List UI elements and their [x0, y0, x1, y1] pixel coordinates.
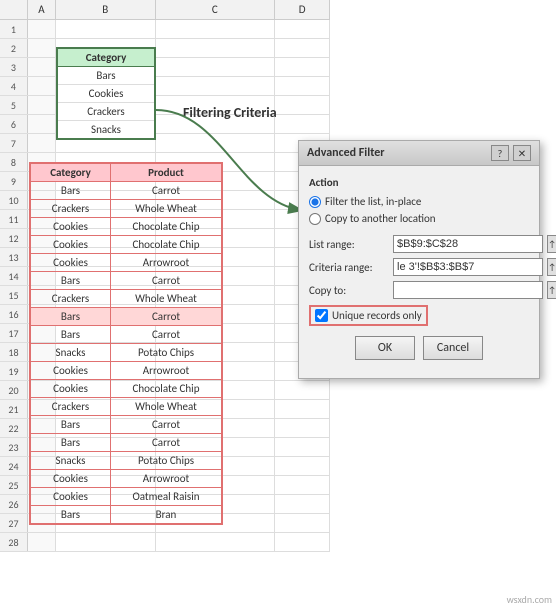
table-row: Bars Carrot: [31, 416, 221, 434]
unique-records-label: Unique records only: [332, 309, 422, 322]
col-header-c: C: [156, 0, 276, 19]
criteria-box: Category Bars Cookies Crackers Snacks: [56, 47, 156, 140]
action-radio-group: Filter the list, in-place Copy to anothe…: [309, 195, 529, 225]
table-row: Crackers Whole Wheat: [31, 200, 221, 218]
filtering-criteria-label: Filtering Criteria: [183, 104, 277, 121]
grid-row-3: 3: [0, 58, 330, 77]
table-row: Crackers Whole Wheat: [31, 290, 221, 308]
table-row: Cookies Chocolate Chip: [31, 236, 221, 254]
criteria-range-input[interactable]: [393, 258, 543, 276]
grid-row-28: 28: [0, 533, 330, 552]
watermark: wsxdn.com: [507, 593, 552, 606]
copy-to-input[interactable]: [393, 281, 543, 299]
table-row: Cookies Chocolate Chip: [31, 218, 221, 236]
data-table: Category Product Bars Carrot Crackers Wh…: [29, 162, 223, 525]
table-row: Bars Carrot: [31, 434, 221, 452]
copy-to-btn[interactable]: ↑: [547, 281, 556, 299]
list-range-row: List range: ↑: [309, 235, 529, 253]
criteria-item-snacks: Snacks: [58, 121, 154, 138]
radio-filter-inplace[interactable]: Filter the list, in-place: [309, 195, 529, 208]
ok-button[interactable]: OK: [355, 336, 415, 360]
grid-row-7: 7: [0, 134, 330, 153]
table-row: Snacks Potato Chips: [31, 452, 221, 470]
criteria-header: Category: [58, 49, 154, 67]
dialog-titlebar: Advanced Filter ? ✕: [299, 141, 539, 166]
col-header-b: B: [56, 0, 156, 19]
copy-to-row: Copy to: ↑: [309, 281, 529, 299]
col-header-a: A: [28, 0, 56, 19]
criteria-item-crackers: Crackers: [58, 103, 154, 121]
dialog-question-btn[interactable]: ?: [491, 145, 509, 161]
table-row: Bars Carrot: [31, 272, 221, 290]
grid-row-2: 2: [0, 39, 330, 58]
table-row: Cookies Arrowroot: [31, 470, 221, 488]
table-row-highlighted: Bars Carrot: [31, 308, 221, 326]
dialog-close-btn[interactable]: ✕: [513, 145, 531, 161]
grid-row-6: 6: [0, 115, 330, 134]
copy-to-label: Copy to:: [309, 284, 389, 297]
field-group: List range: ↑ Criteria range: ↑ Copy to:…: [309, 235, 529, 299]
unique-records-row: Unique records only: [309, 305, 529, 326]
col-headers: A B C D: [0, 0, 330, 20]
advanced-filter-dialog: Advanced Filter ? ✕ Action Filter the li…: [298, 140, 540, 379]
table-row: Snacks Potato Chips: [31, 344, 221, 362]
action-label: Action: [309, 176, 529, 189]
grid-row-4: 4: [0, 77, 330, 96]
col-header-product: Product: [111, 164, 221, 182]
dialog-body: Action Filter the list, in-place Copy to…: [299, 166, 539, 378]
table-row: Bars Carrot: [31, 326, 221, 344]
table-row: Cookies Arrowroot: [31, 254, 221, 272]
unique-records-highlight: Unique records only: [309, 305, 428, 326]
table-row: Cookies Chocolate Chip: [31, 380, 221, 398]
grid-row-1: 1: [0, 20, 330, 39]
cancel-button[interactable]: Cancel: [423, 336, 483, 360]
radio-copy-location-input[interactable]: [309, 213, 321, 225]
radio-filter-inplace-input[interactable]: [309, 196, 321, 208]
col-header-category: Category: [31, 164, 111, 182]
unique-records-checkbox[interactable]: [315, 309, 328, 322]
dialog-footer: OK Cancel: [309, 336, 529, 368]
dialog-controls: ? ✕: [491, 145, 531, 161]
list-range-input[interactable]: [393, 235, 543, 253]
table-row: Cookies Arrowroot: [31, 362, 221, 380]
table-row: Cookies Oatmeal Raisin: [31, 488, 221, 506]
dialog-title: Advanced Filter: [307, 146, 385, 160]
criteria-range-btn[interactable]: ↑: [547, 258, 556, 276]
criteria-range-row: Criteria range: ↑: [309, 258, 529, 276]
radio-copy-location[interactable]: Copy to another location: [309, 212, 529, 225]
table-row: Bars Carrot: [31, 182, 221, 200]
radio-copy-location-label: Copy to another location: [325, 212, 436, 225]
criteria-range-label: Criteria range:: [309, 261, 389, 274]
list-range-label: List range:: [309, 238, 389, 251]
criteria-item-cookies: Cookies: [58, 85, 154, 103]
table-row: Crackers Whole Wheat: [31, 398, 221, 416]
col-header-rownum: [0, 0, 28, 19]
grid-row-5: 5: [0, 96, 330, 115]
data-table-header: Category Product: [31, 164, 221, 182]
table-row: Bars Bran: [31, 506, 221, 523]
col-header-d: D: [275, 0, 330, 19]
radio-filter-inplace-label: Filter the list, in-place: [325, 195, 421, 208]
list-range-btn[interactable]: ↑: [547, 235, 556, 253]
criteria-item-bars: Bars: [58, 67, 154, 85]
